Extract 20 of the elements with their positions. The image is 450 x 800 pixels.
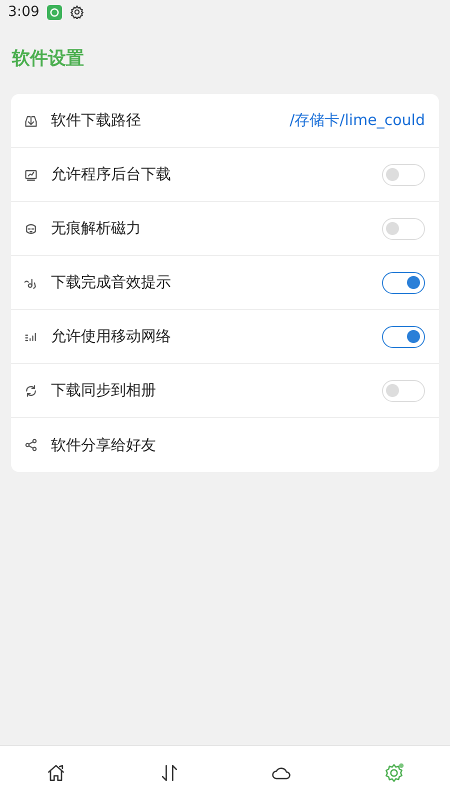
sync-icon xyxy=(24,384,38,398)
tray-icon xyxy=(24,114,38,128)
share-icon xyxy=(24,438,38,452)
toggle-switch[interactable] xyxy=(382,272,425,294)
toggle-switch[interactable] xyxy=(382,326,425,348)
mask-icon xyxy=(24,222,38,236)
setting-label: 允许使用移动网络 xyxy=(51,326,171,348)
monitor-icon xyxy=(24,168,38,182)
setting-label: 下载同步到相册 xyxy=(51,380,156,402)
app-notification-icon xyxy=(47,4,62,20)
setting-label: 无痕解析磁力 xyxy=(51,218,141,240)
setting-label: 软件下载路径 xyxy=(51,110,141,132)
setting-label: 软件分享给好友 xyxy=(51,434,156,456)
settings-icon[interactable] xyxy=(382,762,405,784)
status-time: 3:09 xyxy=(8,2,40,22)
download-path-link[interactable]: /存储卡/lime_could xyxy=(290,109,425,132)
setting-label: 下载完成音效提示 xyxy=(51,272,171,294)
settings-icon xyxy=(70,5,84,19)
setting-label: 允许程序后台下载 xyxy=(51,164,171,186)
page-title: 软件设置 xyxy=(12,48,84,69)
